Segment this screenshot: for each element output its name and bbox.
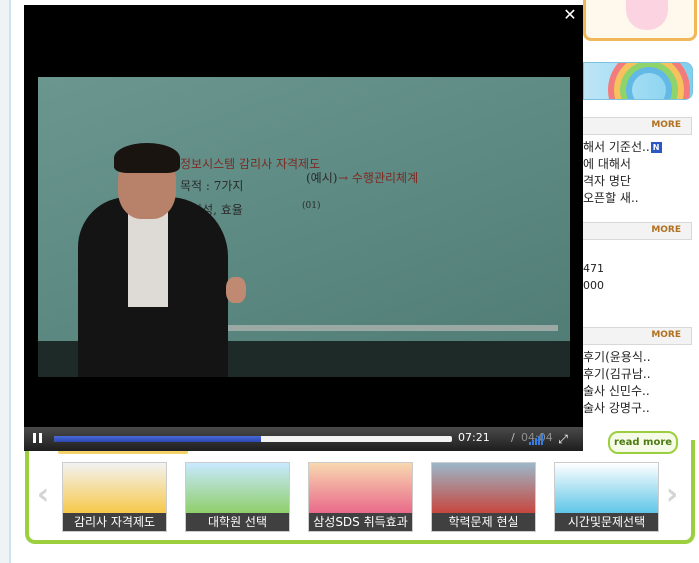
carousel-prev-arrow-icon[interactable]: ‹ [33,478,53,512]
read-more-button[interactable]: read more [608,431,678,454]
top-banner-card[interactable] [583,0,697,41]
thumb-image [63,463,166,513]
thumb-image [309,463,412,513]
current-time: 07:21 [458,431,490,444]
review-more-link[interactable]: MORE [651,330,681,340]
video-player-modal: ※정보시스템 감리사 자격제도 목적 : 7가지 신뢰성, 효율 → 수행관리체… [24,5,583,451]
time-separator: / [511,431,515,444]
thumb-caption: 감리사 자격제도 [63,513,166,531]
carousel-thumb[interactable]: 감리사 자격제도 [62,462,167,532]
carousel-thumb[interactable]: 학력문제 현실 [431,462,536,532]
thumb-caption: 삼성SDS 취득효과 [309,513,412,531]
carousel-thumb[interactable]: 대학원 선택 [185,462,290,532]
review-item[interactable]: 후기(김규남.. [583,365,651,382]
board-text: ※정보시스템 감리사 자격제도 [168,157,321,171]
stat-number: 000 [583,279,604,292]
notice-item[interactable]: 에 대해서 [583,155,631,172]
board-text: → 수행관리체계 [338,171,419,185]
thumb-image [432,463,535,513]
thumb-image [186,463,289,513]
review-section-header: MORE [583,327,692,345]
close-icon[interactable]: ✕ [560,5,580,25]
volume-icon[interactable] [529,431,545,445]
carousel-thumb[interactable]: 시간및문제선택 [554,462,659,532]
rainbow-banner[interactable] [583,62,693,100]
seek-bar-fill [54,436,261,442]
banner-character-art [626,0,668,30]
rainbow-art [608,63,690,99]
notice-more-link[interactable]: MORE [651,120,681,130]
notice-section-header: MORE [583,117,692,135]
notice-item[interactable]: 오픈할 새.. [583,189,639,206]
thumb-caption: 대학원 선택 [186,513,289,531]
review-item[interactable]: 술사 강명구.. [583,399,650,416]
thumb-caption: 학력문제 현실 [432,513,535,531]
video-frame[interactable]: ※정보시스템 감리사 자격제도 목적 : 7가지 신뢰성, 효율 → 수행관리체… [38,77,570,377]
review-item[interactable]: 술사 신민수.. [583,382,650,399]
review-item[interactable]: 후기(윤용식.. [583,348,651,365]
thumb-image [555,463,658,513]
stats-more-link[interactable]: MORE [651,225,681,235]
notice-item[interactable]: 격자 명단 [583,172,631,189]
carousel-next-arrow-icon[interactable]: › [662,478,682,512]
left-page-rail [0,0,11,563]
thumb-caption: 시간및문제선택 [555,513,658,531]
fullscreen-icon[interactable]: ⤢ [556,432,570,446]
seek-bar[interactable] [54,436,452,442]
board-text: (예시) [306,171,338,185]
new-badge: N [650,142,662,153]
pause-icon[interactable] [32,433,44,445]
lecturer-hand [226,277,246,303]
board-text: (01) [302,201,321,211]
board-text: 목적 : 7가지 [180,179,244,193]
stat-number: 471 [583,262,604,275]
notice-item[interactable]: 해서 기준선.. N [583,138,662,155]
player-control-bar: 07:21 / 04:04 ⤢ [24,427,583,451]
lecturer-hair [114,143,180,173]
stats-section-header: MORE [583,222,692,240]
carousel-thumb[interactable]: 삼성SDS 취득효과 [308,462,413,532]
